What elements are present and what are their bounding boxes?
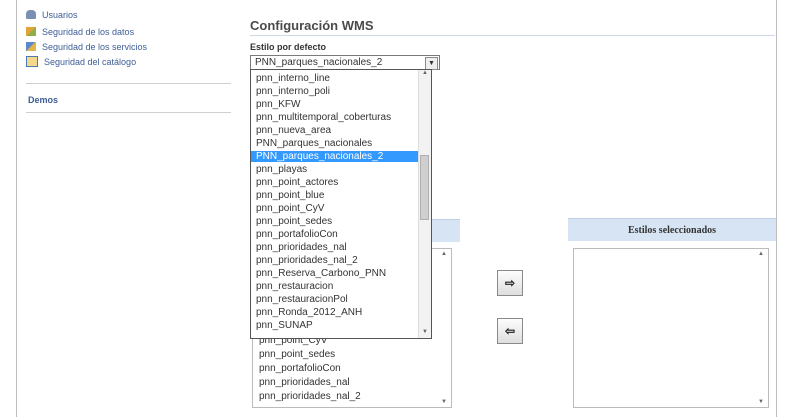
dropdown-option[interactable]: pnn_portafolioCon: [251, 229, 419, 240]
dropdown-option[interactable]: pnn_SUNAP: [251, 320, 419, 331]
frame-border-left: [16, 0, 17, 417]
scroll-down-icon[interactable]: ▼: [420, 329, 430, 338]
dropdown-option[interactable]: PNN_parques_nacionales_2: [251, 151, 419, 162]
catalog-icon: [26, 56, 38, 67]
list-scrollbar[interactable]: ▲ ▼: [439, 251, 449, 405]
dropdown-scrollbar[interactable]: ▲ ▼: [418, 70, 431, 338]
default-style-value: PNN_parques_nacionales_2: [255, 57, 383, 68]
scroll-up-icon[interactable]: ▲: [420, 70, 430, 79]
selected-styles-header: Estilos seleccionados: [568, 218, 776, 241]
dropdown-option[interactable]: pnn_point_CyV: [251, 203, 419, 214]
sidebar-item-users[interactable]: Usuarios: [26, 8, 78, 21]
default-style-dropdown[interactable]: pnn_interno_line pnn_interno_poli pnn_KFWp…: [250, 69, 432, 339]
dropdown-option[interactable]: PNN_parques_nacionales: [251, 138, 419, 149]
list-scrollbar[interactable]: ▲ ▼: [756, 251, 766, 405]
sidebar-item-data-security[interactable]: Seguridad de los datos: [26, 25, 134, 38]
dropdown-option[interactable]: pnn_point_sedes: [251, 216, 419, 227]
dropdown-option[interactable]: pnn_restauracionPol: [251, 294, 419, 305]
list-item[interactable]: pnn_portafolioCon: [259, 363, 341, 374]
dropdown-option[interactable]: pnn_Reserva_Carbono_PNN: [251, 268, 419, 279]
default-style-label: Estilo por defecto: [250, 42, 327, 52]
page-title: Configuración WMS: [250, 18, 374, 33]
remove-style-button[interactable]: ⇦: [497, 318, 523, 344]
scroll-thumb[interactable]: [420, 155, 429, 220]
sidebar-item-catalog-security[interactable]: Seguridad del catálogo: [26, 55, 136, 68]
sidebar-item-demos[interactable]: Demos: [28, 95, 58, 105]
dropdown-option[interactable]: pnn_prioridades_nal_2: [251, 255, 419, 266]
list-item[interactable]: pnn_prioridades_nal: [259, 377, 350, 388]
users-icon: [26, 10, 36, 19]
data-security-icon: [26, 27, 36, 36]
scroll-down-icon[interactable]: ▼: [439, 399, 449, 405]
title-underline: [250, 35, 775, 36]
scroll-up-icon[interactable]: ▲: [756, 251, 766, 257]
dropdown-option[interactable]: pnn_point_actores: [251, 177, 419, 188]
dropdown-option[interactable]: pnn_KFW: [251, 99, 419, 110]
available-styles-header: [430, 219, 460, 242]
sidebar-item-label: Seguridad de los datos: [42, 26, 135, 37]
sidebar-item-label: Seguridad del catálogo: [44, 56, 137, 67]
list-item[interactable]: pnn_point_sedes: [259, 349, 335, 360]
add-style-button[interactable]: ⇨: [497, 270, 523, 296]
move-left-icon: ⇦: [504, 324, 516, 338]
sidebar-item-services-security[interactable]: Seguridad de los servicios: [26, 40, 147, 53]
dropdown-option[interactable]: pnn_restauracion: [251, 281, 419, 292]
move-right-icon: ⇨: [504, 276, 516, 290]
sidebar-item-label: Usuarios: [42, 9, 78, 20]
services-security-icon: [26, 42, 36, 51]
default-style-select[interactable]: PNN_parques_nacionales_2 ▼: [250, 55, 440, 70]
frame-border-right: [776, 0, 777, 417]
sidebar-divider: [26, 83, 231, 84]
scroll-down-icon[interactable]: ▼: [756, 399, 766, 405]
list-item[interactable]: pnn_prioridades_nal_2: [259, 391, 361, 402]
dropdown-option[interactable]: pnn_multitemporal_coberturas: [251, 112, 419, 123]
scroll-up-icon[interactable]: ▲: [439, 251, 449, 257]
sidebar-item-label: Seguridad de los servicios: [42, 41, 148, 52]
dropdown-option[interactable]: pnn_interno_poli: [251, 86, 419, 97]
dropdown-option[interactable]: pnn_playas: [251, 164, 419, 175]
dropdown-option[interactable]: pnn_Ronda_2012_ANH: [251, 307, 419, 318]
sidebar-divider: [26, 112, 231, 113]
dropdown-option[interactable]: pnn_nueva_area: [251, 125, 419, 136]
dropdown-option[interactable]: pnn_prioridades_nal: [251, 242, 419, 253]
dropdown-option[interactable]: pnn_interno_line: [251, 73, 419, 84]
selected-styles-list[interactable]: ▲ ▼: [573, 248, 769, 408]
dropdown-option[interactable]: pnn_point_blue: [251, 190, 419, 201]
